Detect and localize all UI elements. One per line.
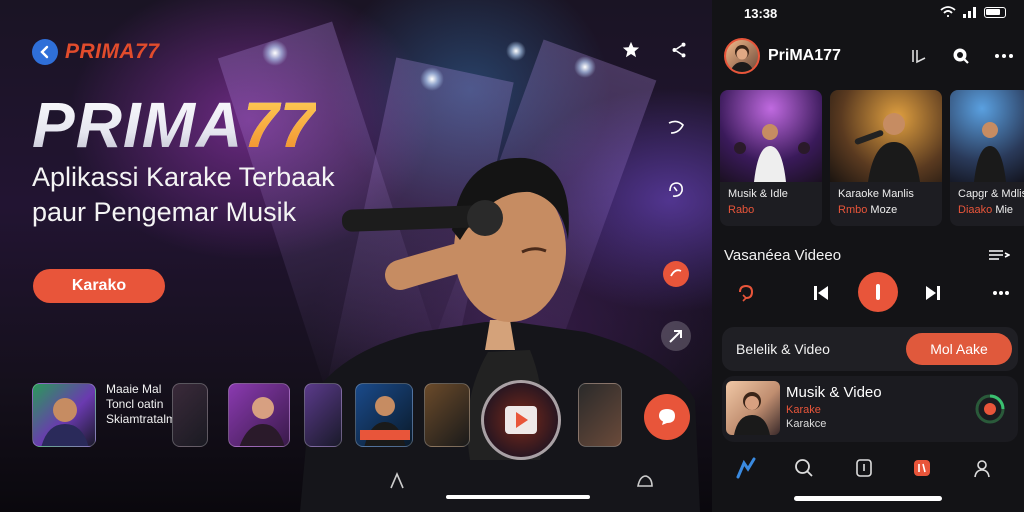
library-icon (856, 459, 872, 477)
signal-icon (963, 7, 976, 18)
karaoke-cta-button[interactable]: Karako (33, 269, 165, 303)
hero-title: PRIMA77 (32, 89, 317, 161)
brand[interactable]: PRIMA77 (32, 39, 160, 65)
karaoke-icon (914, 460, 930, 476)
next-icon[interactable] (922, 282, 944, 304)
tab-home[interactable] (734, 456, 758, 480)
profile-header: PriMA177 (724, 36, 1014, 76)
hero-banner: PRIMA77 PRIMA77 Aplikassi Karake Terbaak… (0, 0, 712, 512)
record-icon[interactable] (660, 258, 692, 290)
video-card[interactable]: Musik & Idle Rabo (720, 90, 822, 226)
home-indicator (446, 495, 590, 499)
arrow-icon[interactable] (660, 320, 692, 352)
chat-icon (659, 409, 675, 425)
search-icon (795, 459, 813, 477)
section-title: Vasanéea Videeo (724, 247, 842, 264)
progress-ring-icon[interactable] (974, 393, 1006, 425)
card-title: Musik & Idle (728, 188, 788, 200)
profile-name: PriMA177 (768, 47, 841, 64)
thumbnail[interactable] (304, 383, 342, 447)
video-thumbnail (950, 90, 1024, 182)
card-title: Karaoke Manlis (838, 188, 914, 200)
stage-light (420, 67, 444, 91)
stage-light (262, 40, 288, 66)
back-icon[interactable] (32, 39, 58, 65)
more-icon[interactable] (994, 53, 1014, 59)
search-icon[interactable] (952, 47, 970, 65)
play-button[interactable] (481, 380, 561, 460)
video-card[interactable]: Capgr & Mdlis Diaako Mie (950, 90, 1024, 226)
home-indicator (794, 496, 942, 501)
track-subtitle: Karake (786, 404, 821, 416)
playlist-label: Belelik & Video (736, 341, 830, 357)
battery-icon (984, 6, 1006, 18)
playlist-action-button[interactable]: Mol Aake (906, 333, 1012, 365)
thumbnail[interactable] (424, 383, 470, 447)
thumbnail[interactable] (228, 383, 290, 447)
tab-profile[interactable] (970, 456, 994, 480)
microphone-icon[interactable] (660, 174, 692, 206)
stage-light (506, 41, 526, 61)
track-title: Musik & Video (786, 384, 882, 401)
avatar[interactable] (724, 38, 760, 74)
thumbnail[interactable] (172, 383, 208, 447)
profile-icon (974, 460, 990, 478)
repeat-icon[interactable] (734, 280, 758, 304)
bottom-tab-bar (712, 448, 1024, 488)
brand-name: PRIMA77 (65, 40, 160, 63)
video-thumbnail (720, 90, 822, 182)
tab-library[interactable] (852, 456, 876, 480)
status-time: 13:38 (744, 6, 778, 21)
music-note-icon[interactable] (660, 112, 692, 144)
share-icon[interactable] (668, 39, 690, 61)
home-icon (736, 457, 756, 479)
chat-button[interactable] (644, 394, 690, 440)
track-artist: Karakce (786, 418, 827, 430)
previous-icon[interactable] (810, 282, 832, 304)
star-icon[interactable] (620, 39, 642, 61)
tab-search[interactable] (792, 456, 816, 480)
tab-karaoke[interactable] (910, 456, 934, 480)
stage-light (574, 56, 596, 78)
thumbnail[interactable] (355, 383, 413, 447)
card-subtitle: Rabo (728, 204, 755, 216)
track-cover (726, 381, 780, 435)
more-icon[interactable] (990, 282, 1012, 304)
card-title: Capgr & Mdlis (958, 188, 1024, 200)
video-thumbnail (830, 90, 942, 182)
video-card[interactable]: Karaoke Manlis Rmbo Moze (830, 90, 942, 226)
status-bar: 13:38 (712, 0, 1024, 26)
bookmark-icon[interactable] (386, 470, 408, 492)
pause-button[interactable] (858, 272, 898, 312)
card-subtitle: Rmbo Moze (838, 204, 898, 216)
card-subtitle: Diaako Mie (958, 204, 1014, 216)
queue-icon[interactable] (988, 247, 1010, 263)
hero-subtitle: Aplikassi Karake Terbaak paur Pengemar M… (32, 162, 335, 227)
wifi-icon (940, 6, 956, 17)
video-carousel: Musik & Idle Rabo Karaoke Manlis Rmbo Mo… (720, 90, 1024, 226)
gift-icon[interactable] (634, 470, 656, 492)
playlist-row: Belelik & Video Mol Aake (722, 327, 1018, 371)
player-controls (724, 270, 1014, 316)
library-icon[interactable] (910, 47, 928, 65)
mobile-app-panel: 13:38 PriMA177 Musik & Idle Rabo Karaoke… (712, 0, 1024, 512)
featured-thumbnails: Maaie Mal Toncl oatin Skiamtratalm (32, 380, 702, 460)
thumbnail[interactable] (578, 383, 622, 447)
thumbnail-caption: Maaie Mal Toncl oatin Skiamtratalm (106, 382, 177, 426)
pause-icon (876, 284, 880, 300)
play-icon (505, 406, 537, 434)
hero-top-actions (620, 39, 690, 61)
track-item[interactable]: Musik & Video Karake Karakce (722, 376, 1018, 442)
thumbnail[interactable] (32, 383, 96, 447)
